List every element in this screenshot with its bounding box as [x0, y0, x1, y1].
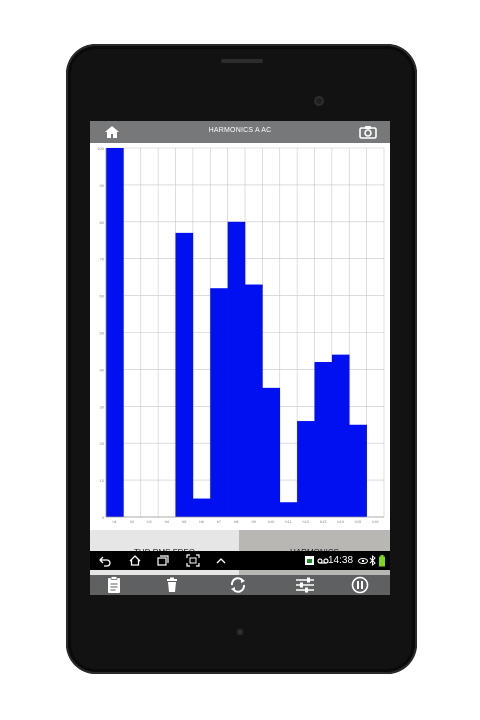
y-tick-label: 90 — [100, 183, 105, 188]
bar-h15 — [349, 424, 367, 517]
x-tick-label: h10 — [268, 519, 275, 524]
x-tick-label: h6 — [199, 519, 204, 524]
x-tick-label: h13 — [320, 519, 327, 524]
camera-icon[interactable] — [358, 124, 378, 140]
bar-h11 — [279, 502, 298, 517]
bar-h13 — [314, 362, 333, 517]
bottom-toolbar — [90, 575, 390, 595]
x-tick-label: h15 — [355, 519, 362, 524]
x-tick-label: h3 — [147, 519, 152, 524]
y-tick-label: 80 — [100, 220, 105, 225]
status-time: 14:38 — [328, 555, 354, 566]
recents-icon[interactable] — [156, 554, 170, 567]
y-tick-label: 0 — [102, 515, 105, 520]
x-tick-label: h14 — [337, 519, 344, 524]
y-tick-label: 100 — [97, 146, 104, 151]
app-title: HARMONICS A AC — [208, 127, 272, 134]
bar-h1 — [106, 148, 124, 517]
x-tick-label: h7 — [217, 519, 222, 524]
x-tick-label: h16 — [372, 519, 379, 524]
y-tick-label: 50 — [100, 331, 105, 336]
y-tick-label: 40 — [100, 367, 105, 372]
clipboard-icon[interactable] — [104, 575, 124, 595]
sliders-icon[interactable] — [294, 575, 316, 595]
y-tick-label: 60 — [100, 294, 105, 299]
x-tick-label: h12 — [302, 519, 309, 524]
eye-icon — [358, 558, 368, 564]
bar-h5 — [175, 232, 194, 517]
chevron-up-icon[interactable] — [214, 554, 228, 567]
bluetooth-icon — [369, 554, 376, 567]
x-tick-label: h2 — [130, 519, 135, 524]
system-nav-bar: 14:38 — [90, 551, 390, 570]
screenshot-icon[interactable] — [186, 554, 200, 567]
y-tick-label: 30 — [100, 404, 105, 409]
x-tick-label: h8 — [234, 519, 239, 524]
bar-h8 — [227, 221, 246, 518]
x-tick-label: h9 — [251, 519, 256, 524]
app-screen: HARMONICS A AC 0 10 20 30 40 50 60 70 80 90 100 h1 h… — [90, 121, 390, 595]
bar-h12 — [297, 421, 315, 517]
bar-h9 — [245, 284, 263, 517]
bar-h10 — [262, 387, 281, 517]
x-tick-label: h11 — [285, 519, 292, 524]
top-speaker — [221, 59, 263, 63]
x-tick-label: h1 — [112, 519, 117, 524]
front-camera — [314, 96, 324, 106]
battery-icon — [379, 555, 385, 567]
bar-h6 — [192, 498, 211, 517]
y-tick-label: 10 — [100, 478, 105, 483]
x-tick-label: h5 — [182, 519, 187, 524]
harmonics-bar-chart: 0 10 20 30 40 50 60 70 80 90 100 h1 h2 h3 h4 h5 h6 h7 h8 h9… — [97, 146, 385, 524]
x-tick-label: h4 — [165, 519, 170, 524]
app-bar: HARMONICS A AC — [90, 121, 390, 143]
refresh-icon[interactable] — [227, 575, 249, 595]
bottom-sensor — [237, 629, 243, 635]
notification-icon — [305, 556, 314, 565]
tablet-device: HARMONICS A AC 0 10 20 30 40 50 60 70 80 90 100 h1 h… — [66, 44, 417, 674]
back-icon[interactable] — [98, 554, 112, 567]
home-icon[interactable] — [128, 554, 142, 567]
y-tick-label: 20 — [100, 441, 105, 446]
bar-h7 — [210, 288, 228, 517]
harmonics-chart: 0 10 20 30 40 50 60 70 80 90 100 h1 h2 h3 h4 h5 h6 h7 h8 h9… — [90, 143, 390, 530]
bar-h14 — [331, 354, 350, 517]
y-tick-label: 70 — [100, 257, 105, 262]
pause-icon[interactable] — [350, 575, 370, 595]
trash-icon[interactable] — [162, 575, 182, 595]
